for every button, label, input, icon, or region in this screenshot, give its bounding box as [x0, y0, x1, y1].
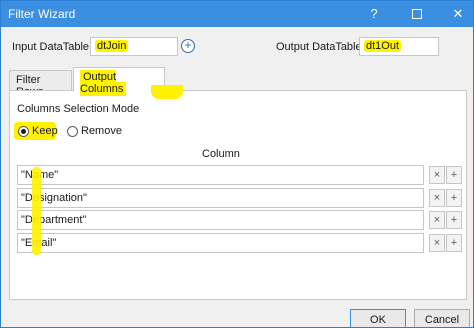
- input-datatable-label: Input DataTable: [12, 41, 90, 53]
- tab-output-columns-label: Output Columns: [80, 70, 127, 96]
- column-row-designation[interactable]: "Designation": [17, 188, 424, 208]
- output-datatable-label: Output DataTable: [276, 41, 362, 53]
- selection-mode-label: Columns Selection Mode: [17, 103, 140, 115]
- add-column-icon[interactable]: +: [446, 211, 462, 229]
- ok-button[interactable]: OK: [350, 309, 406, 327]
- column-row-department[interactable]: "Department": [17, 210, 424, 230]
- column-row-email[interactable]: "Email": [17, 233, 424, 253]
- column-row-name[interactable]: "Name": [17, 165, 424, 185]
- tab-filter-rows[interactable]: Filter Rows: [9, 70, 72, 98]
- column-header: Column: [202, 148, 240, 160]
- help-button[interactable]: ?: [359, 1, 389, 27]
- cancel-button[interactable]: Cancel: [414, 309, 470, 327]
- output-datatable-value: dt1Out: [364, 40, 402, 52]
- filter-wizard-window: Filter Wizard ? ✕ Input DataTable dtJoin…: [0, 0, 474, 328]
- output-datatable-field[interactable]: dt1Out: [359, 37, 439, 56]
- add-column-icon[interactable]: +: [446, 234, 462, 252]
- column-highlight-mark: [32, 167, 41, 255]
- input-datatable-field[interactable]: dtJoin: [90, 37, 178, 56]
- remove-column-icon[interactable]: ×: [429, 234, 445, 252]
- add-column-icon[interactable]: +: [446, 166, 462, 184]
- keep-label[interactable]: Keep: [32, 125, 58, 137]
- input-datatable-value: dtJoin: [95, 40, 129, 52]
- remove-radio[interactable]: [67, 126, 78, 137]
- remove-column-icon[interactable]: ×: [429, 189, 445, 207]
- remove-column-icon[interactable]: ×: [429, 211, 445, 229]
- keep-radio-dot: [21, 129, 26, 134]
- add-input-icon[interactable]: +: [181, 39, 195, 53]
- title-bar: Filter Wizard ? ✕: [1, 1, 473, 27]
- maximize-button[interactable]: [402, 1, 432, 27]
- highlight-mark: [151, 85, 183, 99]
- remove-label[interactable]: Remove: [81, 125, 122, 137]
- maximize-icon: [412, 9, 422, 19]
- close-button[interactable]: ✕: [443, 1, 473, 27]
- keep-radio[interactable]: [18, 126, 29, 137]
- add-column-icon[interactable]: +: [446, 189, 462, 207]
- window-title: Filter Wizard: [8, 7, 76, 21]
- remove-column-icon[interactable]: ×: [429, 166, 445, 184]
